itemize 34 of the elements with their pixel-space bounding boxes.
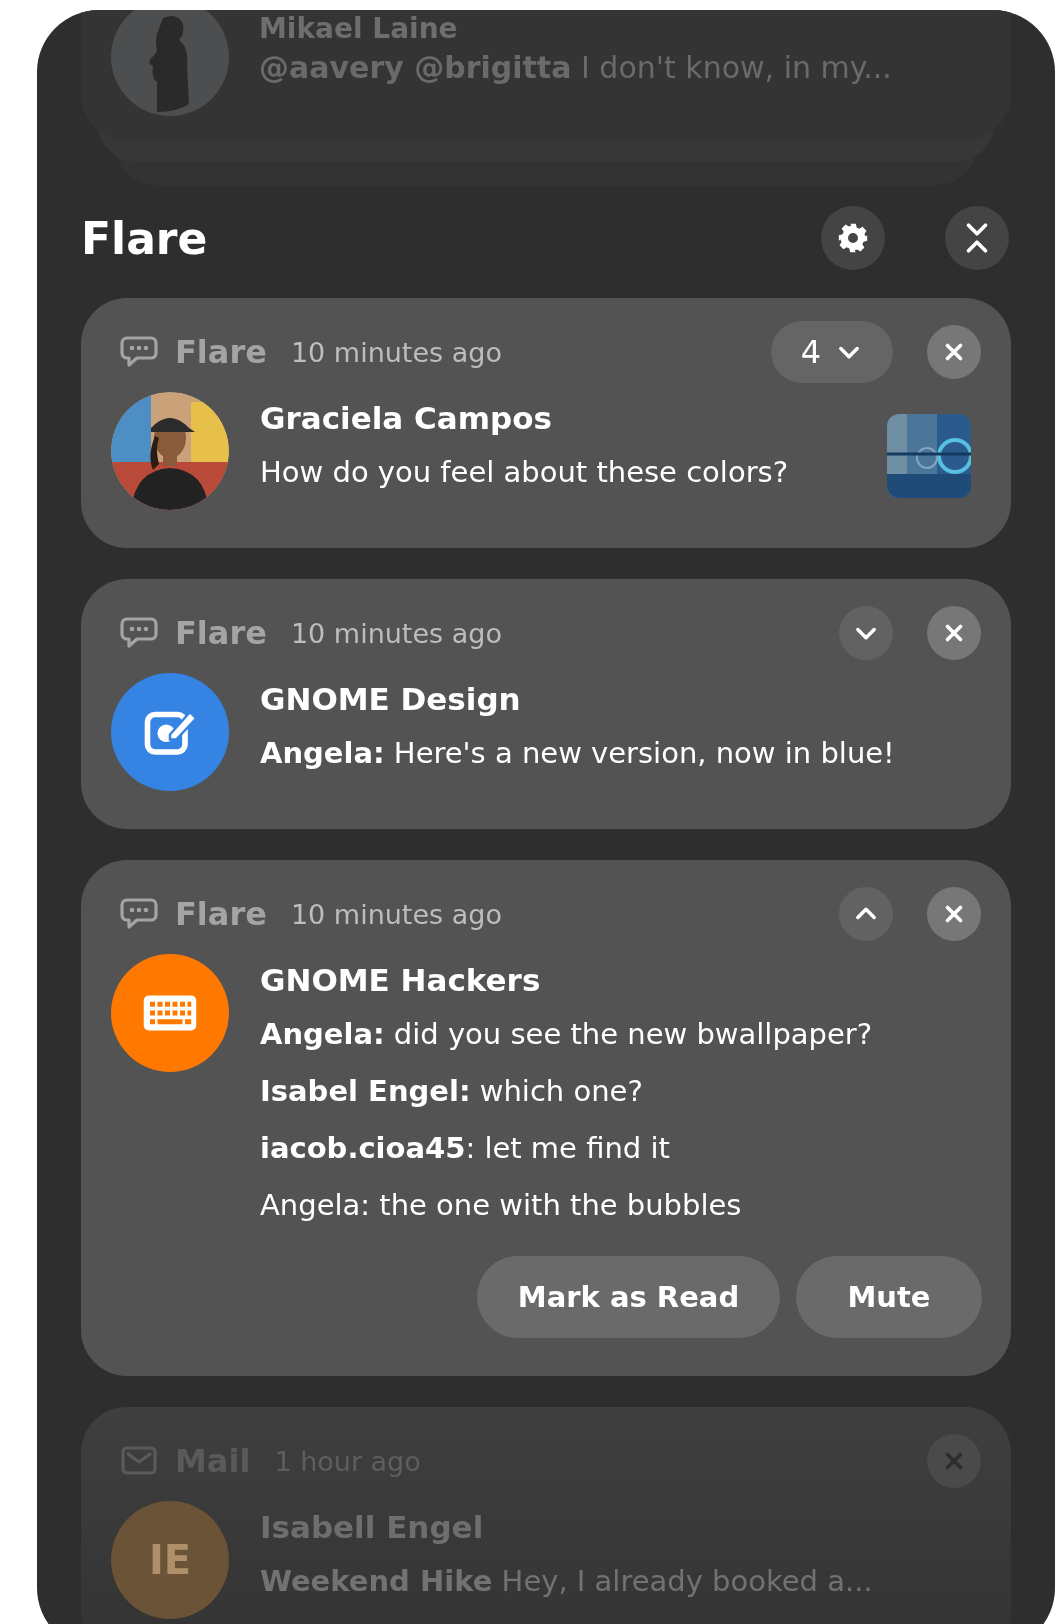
action-button[interactable]: Mute (796, 1256, 982, 1338)
notification-title: Graciela Campos (260, 399, 553, 438)
timestamp: 10 minutes ago (290, 336, 502, 368)
message-text: Isabel Engel: which one? (260, 1073, 644, 1110)
person-silhouette-avatar-icon (111, 10, 229, 116)
timestamp: 10 minutes ago (290, 617, 502, 649)
timestamp: 10 minutes ago (290, 898, 502, 930)
sender-name: Mikael Laine (259, 12, 459, 46)
close-button[interactable] (927, 606, 981, 660)
group-title: Flare (81, 212, 208, 264)
app-name: Flare (175, 614, 267, 652)
notification-title: GNOME Hackers (260, 961, 542, 1000)
chat-bubble-icon (119, 897, 159, 931)
chat-bubble-icon (119, 616, 159, 650)
message-text: Angela: the one with the bubbles (260, 1187, 743, 1224)
settings-icon (836, 221, 870, 255)
notification-card[interactable]: Flare 10 minutes ago GNOME Design Angela: Here's a new version, now in blue! (81, 579, 1011, 829)
notification-card[interactable]: Flare 10 minutes ago 4 Graciela Campos How do you feel about these colors? (81, 298, 1011, 548)
notification-card[interactable]: Flare 10 minutes ago GNOME Hackers Angela: did you see the new bwallpaper? Isabel Engel: which one? iacob.cioa45: let me find it Angela: the one with the bubbles Mark as Read Mute (81, 860, 1011, 1376)
app-name: Flare (175, 895, 267, 933)
envelope-icon (119, 1444, 159, 1478)
message-text: Angela: Here's a new version, now in blue! (260, 735, 896, 772)
close-button[interactable] (927, 887, 981, 941)
notification-title: GNOME Design (260, 680, 522, 719)
action-button[interactable]: Mark as Read (477, 1256, 780, 1338)
chat-bubble-icon (119, 335, 159, 369)
message-text: Angela: did you see the new bwallpaper? (260, 1016, 874, 1053)
message-text: How do you feel about these colors? (260, 454, 790, 491)
app-name: Flare (175, 333, 267, 371)
message-text: iacob.cioa45: let me find it (260, 1130, 671, 1167)
close-button[interactable] (927, 325, 981, 379)
message-text: Weekend Hike Hey, I already booked a... (260, 1563, 874, 1600)
expand-count-button[interactable]: 4 (771, 321, 893, 383)
initials-avatar: IE (111, 1501, 229, 1619)
